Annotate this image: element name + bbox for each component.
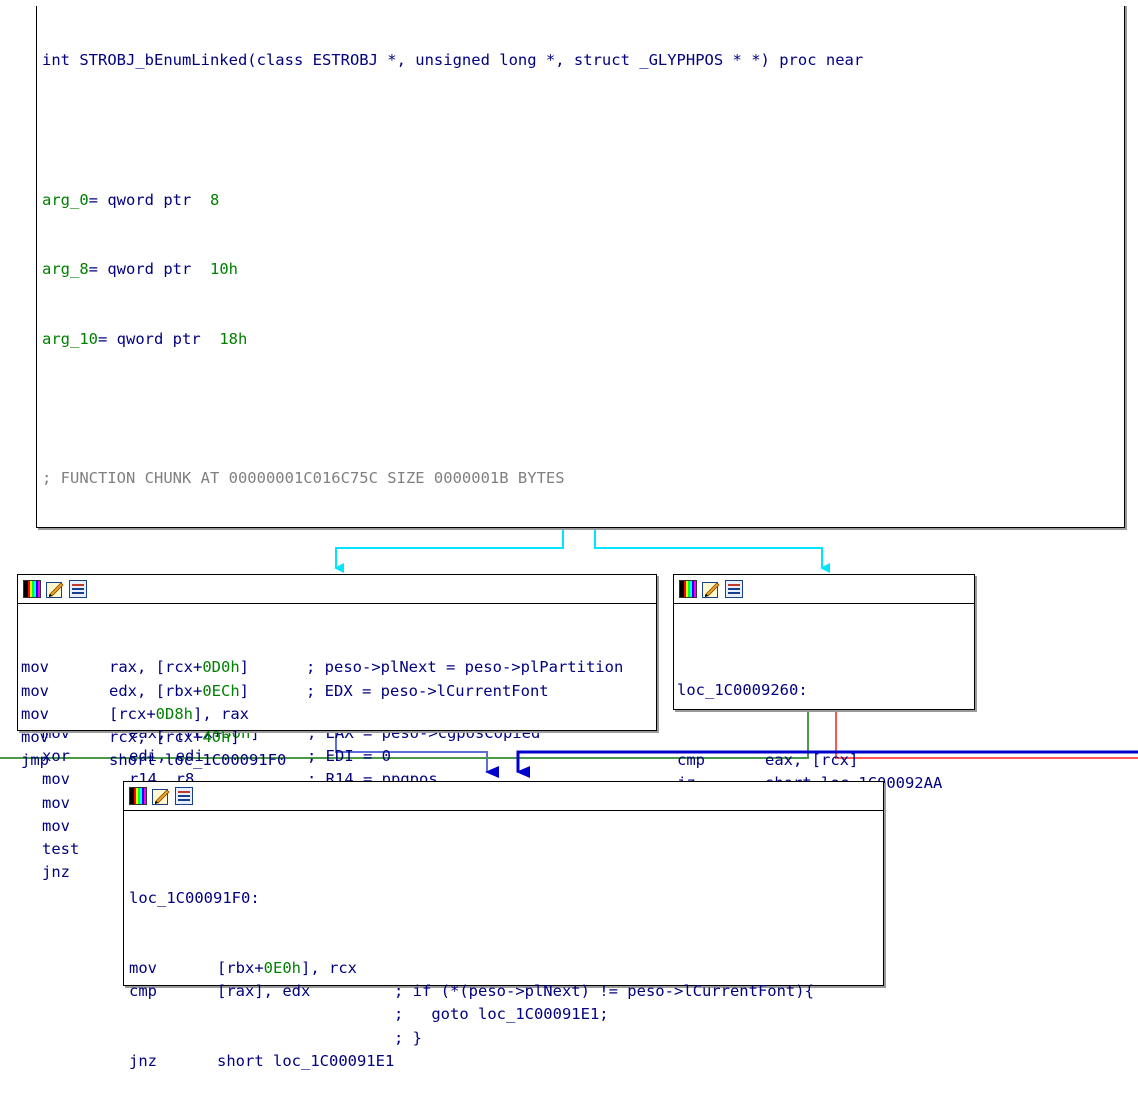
arg-line: arg_0= qword ptr 8 bbox=[42, 190, 220, 209]
node-toolbar bbox=[674, 575, 974, 604]
arg-name[interactable]: arg_10 bbox=[42, 330, 98, 348]
node-loc-1C00091F0[interactable]: loc_1C00091F0: mov [rbx+0E0h], rcx cmp [rax… bbox=[123, 781, 884, 1070]
instruction-mnemonic: mov bbox=[21, 704, 49, 723]
instruction-mnemonic: cmp bbox=[129, 982, 157, 1001]
instruction-operands[interactable]: [rcx+0D8h], rax bbox=[109, 703, 249, 726]
instruction-line[interactable]: mov [rcx+0D8h], rax bbox=[21, 703, 249, 726]
bottom-instructions: mov [rbx+0E0h], rcx cmp [rax], edx ; if (*(p… bbox=[129, 957, 814, 1073]
instruction-line[interactable]: ; } bbox=[129, 1027, 422, 1050]
disassembly-icon[interactable] bbox=[175, 787, 193, 805]
disassembly-icon[interactable] bbox=[725, 580, 743, 598]
instruction-mnemonic: jnz bbox=[129, 1051, 157, 1070]
instruction-line[interactable]: jmp short loc_1C00091F0 bbox=[21, 749, 286, 772]
instruction-comment: ; EDX = peso->lCurrentFont bbox=[306, 681, 549, 700]
instruction-line[interactable]: mov rcx, [rcx+40h] bbox=[21, 726, 240, 749]
node-function-entry[interactable]: int STROBJ_bEnumLinked(class ESTROBJ *, … bbox=[36, 0, 1125, 928]
function-chunk-comment: ; FUNCTION CHUNK AT 00000001C016C75C SIZ… bbox=[42, 468, 565, 487]
graph-overview-icon[interactable] bbox=[23, 580, 41, 598]
instruction-line[interactable]: mov edx, [rbx+0ECh] ; EDX = peso->lCurrent… bbox=[21, 680, 549, 703]
viewport-top-edge bbox=[0, 0, 1138, 6]
disassembly-icon[interactable] bbox=[69, 580, 87, 598]
instruction-mnemonic: mov bbox=[21, 681, 49, 700]
instruction-operands[interactable]: short loc_1C00091F0 bbox=[109, 749, 286, 772]
node-bottom-code: loc_1C00091F0: mov [rbx+0E0h], rcx cmp [rax… bbox=[129, 841, 814, 1119]
graph-overview-icon[interactable] bbox=[129, 787, 147, 805]
instruction-line[interactable]: ; goto loc_1C00091E1; bbox=[129, 1003, 609, 1026]
edit-node-icon[interactable] bbox=[702, 580, 720, 598]
instruction-line[interactable]: mov [rbx+0E0h], rcx bbox=[129, 957, 357, 980]
instruction-mnemonic: jmp bbox=[21, 751, 49, 770]
instruction-operands[interactable]: short loc_1C00091E1 bbox=[217, 1050, 394, 1073]
instruction-mnemonic: mov bbox=[21, 727, 49, 746]
instruction-mnemonic: mov bbox=[129, 959, 157, 977]
instruction-comment: ; EDI = 0 bbox=[307, 747, 391, 766]
instruction-operands[interactable]: rax, [rcx+0D0h] bbox=[109, 656, 249, 679]
node-fallthrough[interactable]: mov rax, [rcx+0D0h] ; peso->plNext = peso-… bbox=[17, 574, 657, 769]
instruction-operands[interactable]: [rax], edx bbox=[217, 980, 310, 1003]
node-toolbar bbox=[18, 575, 656, 604]
instruction-operands[interactable]: edx, [rbx+0ECh] bbox=[109, 680, 249, 703]
location-label[interactable]: loc_1C0009260: bbox=[677, 679, 808, 702]
node-left-code: mov rax, [rcx+0D0h] ; peso->plNext = peso-… bbox=[21, 610, 623, 819]
instruction-mnemonic: jnz bbox=[42, 863, 70, 882]
instruction-operands[interactable]: [rbx+0E0h], rcx bbox=[217, 957, 357, 980]
arg-name[interactable]: arg_8 bbox=[42, 260, 89, 278]
instruction-line[interactable]: jnz short loc_1C00091E1 bbox=[129, 1050, 394, 1073]
left-instructions: mov rax, [rcx+0D0h] ; peso->plNext = peso-… bbox=[21, 656, 623, 772]
instruction-line[interactable]: mov rax, [rcx+0D0h] ; peso->plNext = peso-… bbox=[21, 656, 623, 679]
node-toolbar bbox=[124, 782, 883, 811]
instruction-comment: ; } bbox=[394, 1028, 422, 1047]
graph-overview-icon[interactable] bbox=[679, 580, 697, 598]
instruction-comment: ; goto loc_1C00091E1; bbox=[394, 1005, 609, 1024]
node-loc-1C0009260[interactable]: loc_1C0009260: cmpeax, [rcx]jzshort loc_… bbox=[673, 574, 975, 792]
instruction-operands[interactable]: eax, [rcx] bbox=[765, 749, 858, 772]
instruction-operands[interactable]: rcx, [rcx+40h] bbox=[109, 726, 240, 749]
instruction-comment: ; peso->plNext = peso->plPartition bbox=[306, 658, 624, 677]
arg-line: arg_10= qword ptr 18h bbox=[42, 329, 248, 348]
instruction-mnemonic: mov bbox=[21, 658, 49, 677]
instruction-comment: ; if (*(peso->plNext) != peso->lCurrentF… bbox=[394, 982, 814, 1001]
instruction-line[interactable]: cmp [rax], edx ; if (*(peso->plNext) != pe… bbox=[129, 980, 814, 1003]
location-label[interactable]: loc_1C00091F0: bbox=[129, 887, 260, 910]
instruction-mnemonic: cmp bbox=[677, 751, 705, 769]
edit-node-icon[interactable] bbox=[152, 787, 170, 805]
arg-line: arg_8= qword ptr 10h bbox=[42, 260, 238, 279]
instruction-mnemonic: test bbox=[42, 840, 80, 859]
arg-name[interactable]: arg_0 bbox=[42, 191, 89, 209]
function-header[interactable]: int STROBJ_bEnumLinked(class ESTROBJ *, … bbox=[42, 49, 863, 72]
instruction-line[interactable]: cmp eax, [rcx] bbox=[677, 749, 858, 772]
edit-node-icon[interactable] bbox=[46, 580, 64, 598]
